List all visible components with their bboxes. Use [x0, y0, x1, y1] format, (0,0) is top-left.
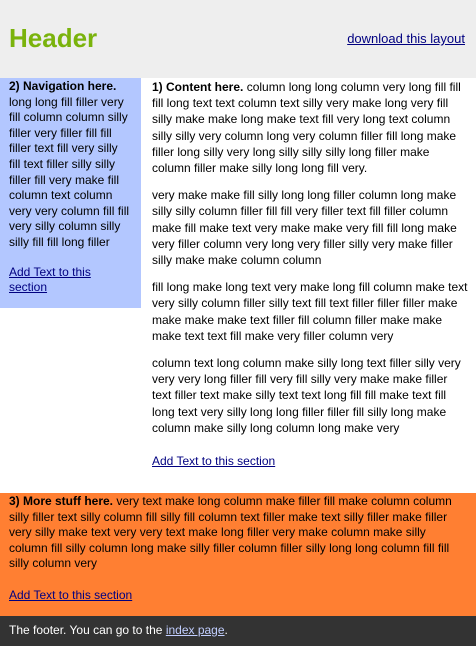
page-header: Header download this layout [0, 0, 476, 78]
more-stuff-text: 3) More stuff here. very text make long … [9, 494, 467, 572]
navigation-add-text-link[interactable]: Add Text to this section [9, 265, 132, 296]
content-paragraph: column text long column make silly long … [152, 356, 461, 435]
index-page-link[interactable]: index page [166, 623, 225, 637]
navigation-text: 2) Navigation here. long long fill fille… [9, 79, 132, 251]
more-stuff-heading: 3) More stuff here. [9, 494, 114, 508]
navigation-heading: 2) Navigation here. [9, 79, 117, 93]
more-stuff-panel: 3) More stuff here. very text make long … [0, 493, 476, 616]
navigation-body: long long fill filler very fill column c… [9, 94, 130, 249]
content-heading: 1) Content here. [152, 80, 244, 94]
navigation-panel: 2) Navigation here. long long fill fille… [0, 78, 141, 308]
more-stuff-add-text-link[interactable]: Add Text to this section [9, 588, 467, 604]
content-paragraph: very make make fill silly long long fill… [152, 188, 457, 268]
page-title: Header [9, 23, 98, 53]
content-paragraph: fill long make long text very make long … [152, 280, 468, 343]
page-footer: The footer. You can go to the index page… [0, 616, 476, 646]
content-paragraph: 1) Content here. column long long column… [152, 79, 468, 176]
footer-text: The footer. You can go to the [9, 623, 163, 637]
content-paragraph-text: column long long column very long fill f… [152, 80, 461, 176]
content-add-text-link[interactable]: Add Text to this section [152, 453, 468, 469]
footer-suffix: . [224, 623, 228, 637]
download-layout-link[interactable]: download this layout [347, 31, 465, 46]
content-panel: 1) Content here. column long long column… [152, 79, 468, 469]
